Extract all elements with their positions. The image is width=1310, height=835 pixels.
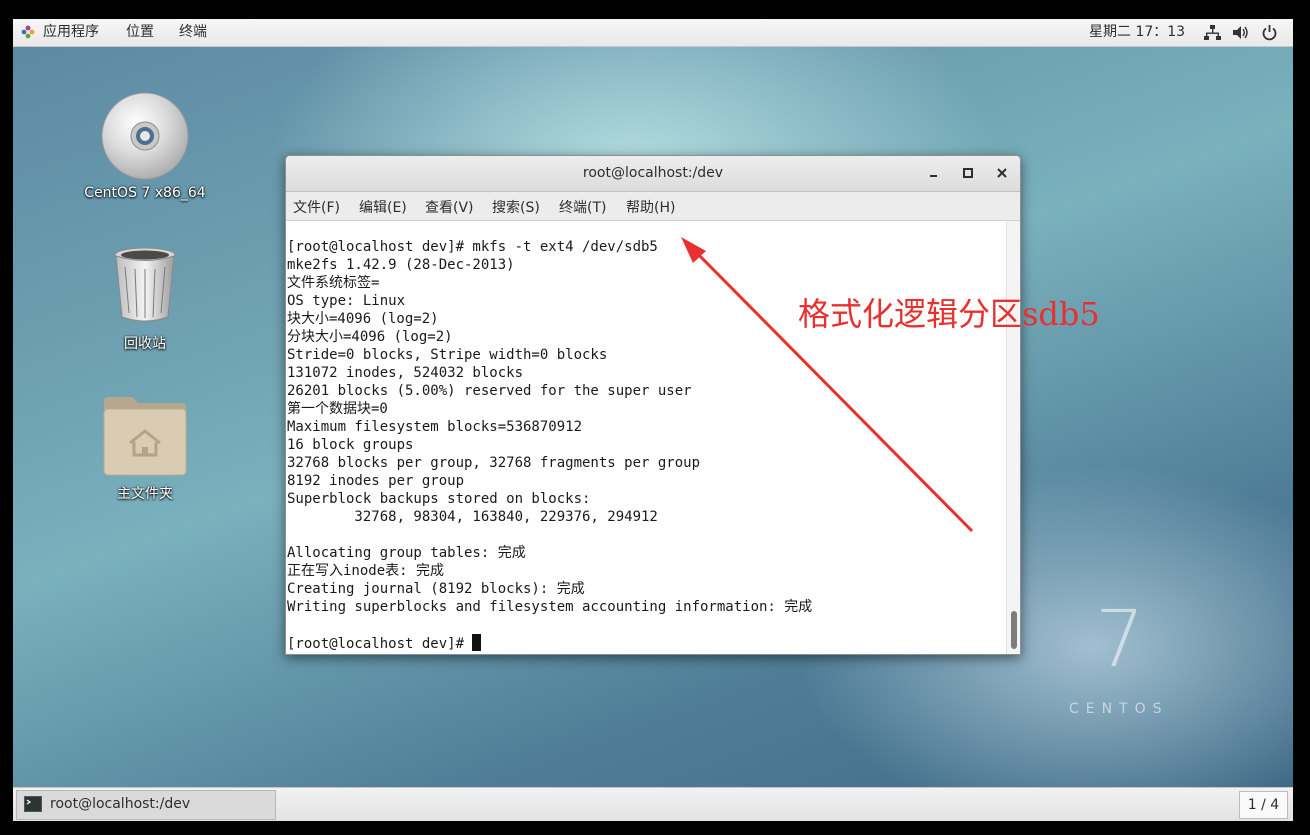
terminal-line: 131072 inodes, 524032 blocks	[287, 365, 524, 381]
terminal-line: Superblock backups stored on blocks:	[287, 491, 591, 507]
centos-watermark-number: 7	[1095, 595, 1145, 685]
trash-icon	[114, 247, 176, 322]
menu-search[interactable]: 搜索(S)	[492, 197, 540, 217]
minimize-button[interactable]	[926, 165, 942, 181]
bottom-panel: root@localhost:/dev 1 / 4	[13, 787, 1293, 821]
terminal-line: Creating journal (8192 blocks): 完成	[287, 581, 585, 597]
workspace-switcher[interactable]: 1 / 4	[1239, 791, 1288, 819]
volume-icon[interactable]	[1232, 24, 1249, 41]
network-icon[interactable]	[1204, 24, 1221, 41]
terminal-line: 第一个数据块=0	[287, 401, 388, 417]
terminal-cursor	[472, 634, 482, 651]
terminal-line: 块大小=4096 (log=2)	[287, 311, 439, 327]
terminal-line: 分块大小=4096 (log=2)	[287, 329, 453, 345]
annotation-label: 格式化逻辑分区sdb5	[798, 295, 1100, 333]
desktop-icon-trash[interactable]: 回收站	[80, 247, 210, 357]
terminal-prompt: [root@localhost dev]#	[287, 636, 473, 652]
terminal-scrollbar[interactable]	[1006, 221, 1020, 654]
desktop: CentOS 7 x86_64 回收站 主文件夹 7 CENTOS root@l…	[13, 47, 1293, 787]
terminal-line: 32768 blocks per group, 32768 fragments …	[287, 455, 701, 471]
taskbar-item-label: root@localhost:/dev	[50, 796, 191, 812]
terminal-line: Stride=0 blocks, Stripe width=0 blocks	[287, 347, 608, 363]
terminal-icon	[24, 796, 42, 812]
terminal-line: Writing superblocks and filesystem accou…	[287, 599, 813, 615]
terminal-line: 文件系统标签=	[287, 275, 380, 291]
taskbar-item-terminal[interactable]: root@localhost:/dev	[16, 790, 276, 820]
terminal-window[interactable]: root@localhost:/dev 文件(F) 编辑(E) 查看(V) 搜索…	[285, 155, 1021, 655]
terminal-line: 8192 inodes per group	[287, 473, 465, 489]
desktop-icon-centos-dvd[interactable]: CentOS 7 x86_64	[80, 89, 210, 209]
menu-file[interactable]: 文件(F)	[293, 197, 340, 217]
maximize-button[interactable]	[960, 165, 976, 181]
centos-watermark-text: CENTOS	[1069, 701, 1169, 717]
scrollbar-thumb[interactable]	[1011, 611, 1017, 649]
terminal-prompt-line: [root@localhost dev]#	[287, 634, 482, 653]
terminal-line: Maximum filesystem blocks=536870912	[287, 419, 583, 435]
desktop-icon-label: 主文件夹	[117, 486, 173, 502]
menu-help[interactable]: 帮助(H)	[626, 197, 675, 217]
desktop-icon-home[interactable]: 主文件夹	[80, 395, 210, 505]
close-button[interactable]	[994, 165, 1010, 181]
applications-icon	[21, 25, 35, 39]
top-panel: 应用程序 位置 终端 星期二 17：13	[13, 19, 1293, 47]
terminal-line: Allocating group tables: 完成	[287, 545, 526, 561]
window-title: root@localhost:/dev	[582, 165, 724, 181]
home-folder-icon	[103, 397, 187, 476]
window-menubar: 文件(F) 编辑(E) 查看(V) 搜索(S) 终端(T) 帮助(H)	[286, 192, 1020, 221]
power-icon[interactable]	[1261, 24, 1278, 41]
dvd-disc-icon	[101, 92, 189, 180]
window-titlebar[interactable]: root@localhost:/dev	[286, 156, 1020, 192]
terminal-line: [root@localhost dev]# mkfs -t ext4 /dev/…	[287, 239, 658, 255]
menu-terminal[interactable]: 终端	[179, 23, 207, 42]
menu-terminal-menu[interactable]: 终端(T)	[559, 197, 606, 217]
clock[interactable]: 星期二 17：13	[1089, 23, 1185, 42]
terminal-line: OS type: Linux	[287, 293, 406, 309]
menu-applications[interactable]: 应用程序	[43, 23, 99, 42]
desktop-icon-label: 回收站	[124, 336, 166, 352]
terminal-line: mke2fs 1.42.9 (28-Dec-2013)	[287, 257, 515, 273]
menu-view[interactable]: 查看(V)	[425, 197, 474, 217]
menu-places[interactable]: 位置	[126, 23, 154, 42]
terminal-line: 16 block groups	[287, 437, 414, 453]
menu-edit[interactable]: 编辑(E)	[359, 197, 407, 217]
terminal-line: 32768, 98304, 163840, 229376, 294912	[287, 509, 658, 525]
terminal-line: 正在写入inode表: 完成	[287, 563, 445, 579]
desktop-icon-label: CentOS 7 x86_64	[84, 185, 206, 201]
terminal-output[interactable]: [root@localhost dev]# mkfs -t ext4 /dev/…	[286, 221, 1006, 654]
screen: 应用程序 位置 终端 星期二 17：13 CentOS 7 x86_64 回收站…	[13, 19, 1293, 821]
terminal-line: 26201 blocks (5.00%) reserved for the su…	[287, 383, 692, 399]
